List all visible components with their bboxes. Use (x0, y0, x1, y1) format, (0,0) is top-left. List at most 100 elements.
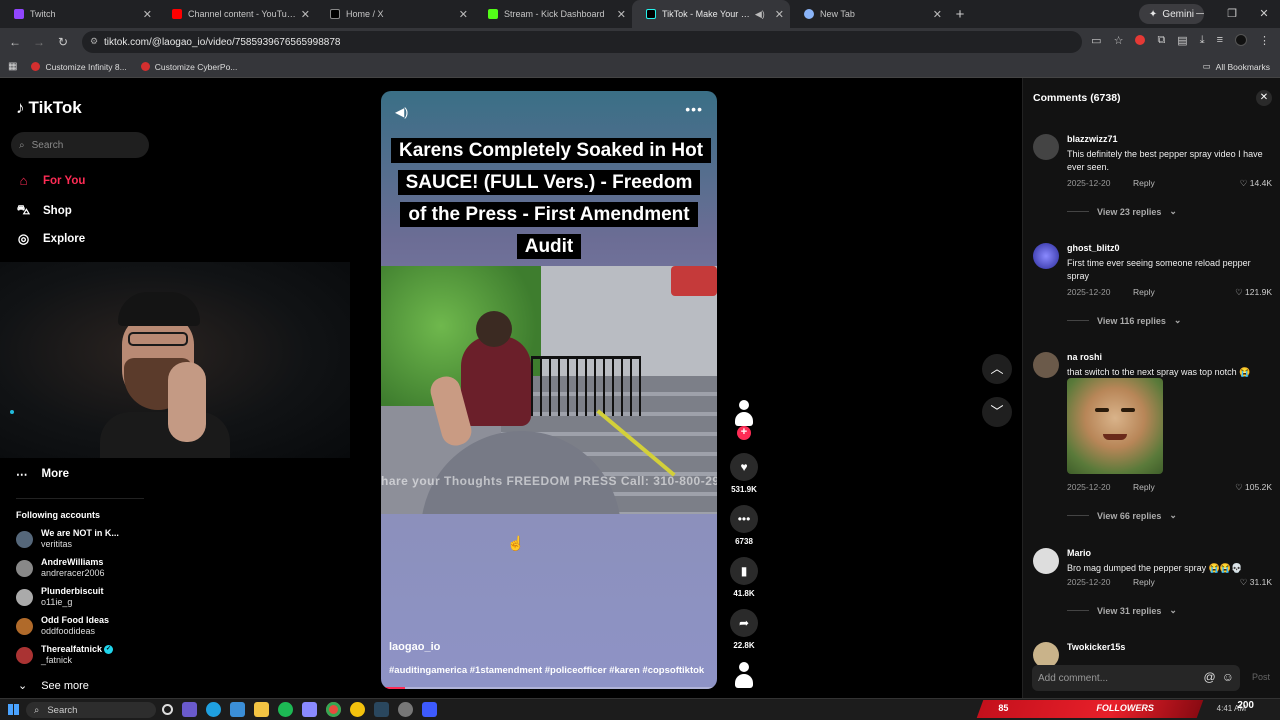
comment-image[interactable] (1067, 378, 1163, 474)
video-progress-bar[interactable] (381, 687, 717, 689)
close-tab-icon[interactable]: ✕ (301, 8, 310, 21)
share-action[interactable]: ➦ 22.8K (724, 609, 764, 650)
follow-plus-icon[interactable]: + (737, 426, 751, 440)
comment-username[interactable]: Twokicker15s (1067, 642, 1125, 652)
add-comment-input[interactable]: Add comment... @ ☺ (1032, 665, 1240, 691)
tiktok-logo[interactable]: ♪ TikTok (16, 98, 82, 118)
spotify-icon[interactable] (278, 702, 293, 717)
all-bookmarks-button[interactable]: ▭ All Bookmarks (1203, 61, 1270, 72)
comment-username[interactable]: Mario (1067, 548, 1091, 558)
comment-like[interactable]: ♡ 121.9K (1235, 287, 1272, 298)
nav-shop[interactable]: ⛍ Shop (16, 202, 72, 220)
view-replies-button[interactable]: View 31 replies ⌄ (1067, 605, 1177, 616)
following-account[interactable]: Therealfatnick ✓ _fatnick (16, 644, 114, 666)
close-window-icon[interactable]: ✕ (1248, 0, 1280, 28)
media-icon[interactable]: ≡ (1217, 34, 1223, 47)
following-account[interactable]: AndreWilliams andreracer2006 (16, 557, 105, 579)
download-icon[interactable]: ⤓ (1200, 34, 1205, 47)
next-video-button[interactable]: ﹀ (982, 397, 1012, 427)
mention-icon[interactable]: @ (1204, 670, 1216, 684)
search-input[interactable]: ⌕ Search (11, 132, 149, 158)
comment-username[interactable]: blazzwizz71 (1067, 134, 1118, 144)
video-player[interactable]: ◀) ••• Karens Completely Soaked in Hot S… (381, 91, 717, 689)
bookmark-item[interactable]: Customize Infinity 8... (31, 62, 127, 72)
taskbar-search[interactable]: ⌕ Search (26, 702, 156, 718)
record-extension-icon[interactable] (1135, 35, 1146, 45)
following-account[interactable]: Odd Food Ideas oddfoodideas (16, 615, 109, 637)
browser-tab-x[interactable]: Home / X ✕ (316, 0, 474, 28)
file-explorer-icon[interactable] (254, 702, 269, 717)
bookmark-item[interactable]: Customize CyberPo... (140, 62, 237, 72)
chrome-icon[interactable] (326, 702, 341, 717)
avatar[interactable] (1033, 134, 1059, 160)
reload-icon[interactable]: ↻ (51, 35, 75, 49)
share-icon[interactable]: ➦ (730, 609, 758, 637)
see-more-button[interactable]: ⌄ See more (18, 679, 89, 693)
comment-action[interactable]: ••• 6738 (724, 505, 764, 546)
following-account[interactable]: We are NOT in K... verititas (16, 528, 119, 550)
speaker-icon[interactable]: ◀) (755, 9, 765, 20)
save-action[interactable]: ▮ 41.8K (724, 557, 764, 598)
task-view-icon[interactable] (162, 704, 173, 715)
volume-icon[interactable]: ◀) (395, 105, 408, 119)
browser-tab-twitch[interactable]: Twitch ✕ (0, 0, 158, 28)
new-tab-button[interactable]: + (948, 6, 972, 23)
browser-tab-kick[interactable]: Stream - Kick Dashboard ✕ (474, 0, 632, 28)
bookmark-icon[interactable]: ▮ (730, 557, 758, 585)
windows-start-icon[interactable] (8, 704, 19, 715)
avatar[interactable] (1033, 243, 1059, 269)
forward-icon[interactable]: → (27, 35, 51, 49)
restore-icon[interactable]: ❐ (1216, 0, 1248, 28)
close-tab-icon[interactable]: ✕ (459, 8, 468, 21)
view-replies-button[interactable]: View 23 replies ⌄ (1067, 206, 1177, 217)
avatar[interactable] (1033, 352, 1059, 378)
reply-button[interactable]: Reply (1133, 482, 1155, 492)
nav-for-you[interactable]: ⌂ For You (16, 173, 86, 188)
menu-icon[interactable]: ⋮ (1259, 34, 1270, 47)
heart-icon[interactable]: ♥ (730, 453, 758, 481)
more-options-icon[interactable]: ••• (685, 101, 703, 117)
close-tab-icon[interactable]: ✕ (143, 8, 152, 21)
reply-button[interactable]: Reply (1133, 577, 1155, 587)
app-icon[interactable] (230, 702, 245, 717)
previous-video-button[interactable]: ︿ (982, 354, 1012, 384)
site-info-icon[interactable]: ⚙ (90, 36, 98, 47)
close-tab-icon[interactable]: ✕ (933, 8, 942, 21)
app-icon[interactable] (350, 702, 365, 717)
steam-icon[interactable] (374, 702, 389, 717)
view-replies-button[interactable]: View 66 replies ⌄ (1067, 510, 1177, 521)
avatar[interactable] (1033, 548, 1059, 574)
comment-like[interactable]: ♡ 14.4K (1240, 178, 1272, 189)
comment-username[interactable]: na roshi (1067, 352, 1102, 362)
cast-icon[interactable]: ▭ (1091, 34, 1101, 47)
post-button[interactable]: Post (1252, 672, 1270, 682)
browser-tab-new[interactable]: New Tab ✕ (790, 0, 948, 28)
minimize-icon[interactable]: ─ (1184, 0, 1216, 28)
url-input[interactable]: ⚙ tiktok.com/@laogao_io/video/7585939676… (82, 31, 1082, 53)
extensions-icon[interactable]: ⧉ (1157, 34, 1165, 47)
app-icon[interactable] (398, 702, 413, 717)
comment-username[interactable]: ghost_blitz0 (1067, 243, 1120, 253)
close-tab-icon[interactable]: ✕ (775, 8, 784, 21)
browser-tab-youtube[interactable]: Channel content - YouTube Stu ✕ (158, 0, 316, 28)
back-icon[interactable]: ← (3, 35, 27, 49)
browser-tab-tiktok[interactable]: TikTok - Make Your Day ◀) ✕ (632, 0, 790, 28)
video-author[interactable]: laogao_io (389, 641, 440, 653)
profile-avatar[interactable] (1235, 34, 1247, 46)
comment-like[interactable]: ♡ 31.1K (1240, 577, 1272, 588)
video-hashtags[interactable]: #auditingamerica #1stamendment #policeof… (389, 665, 704, 676)
music-disc-icon[interactable] (732, 662, 756, 690)
reply-button[interactable]: Reply (1133, 287, 1155, 297)
like-action[interactable]: ♥ 531.9K (724, 453, 764, 494)
apps-grid-icon[interactable]: ▦ (8, 61, 17, 72)
edge-icon[interactable] (206, 702, 221, 717)
emoji-icon[interactable]: ☺ (1222, 670, 1234, 684)
nav-explore[interactable]: ◎ Explore (16, 231, 85, 247)
star-icon[interactable]: ☆ (1114, 34, 1124, 47)
following-account[interactable]: Plunderbiscuit o11ie_g (16, 586, 104, 608)
comment-like[interactable]: ♡ 105.2K (1235, 482, 1272, 493)
nav-more[interactable]: ⋯ More (16, 467, 69, 481)
comment-icon[interactable]: ••• (730, 505, 758, 533)
close-tab-icon[interactable]: ✕ (617, 8, 626, 21)
app-icon[interactable] (422, 702, 437, 717)
